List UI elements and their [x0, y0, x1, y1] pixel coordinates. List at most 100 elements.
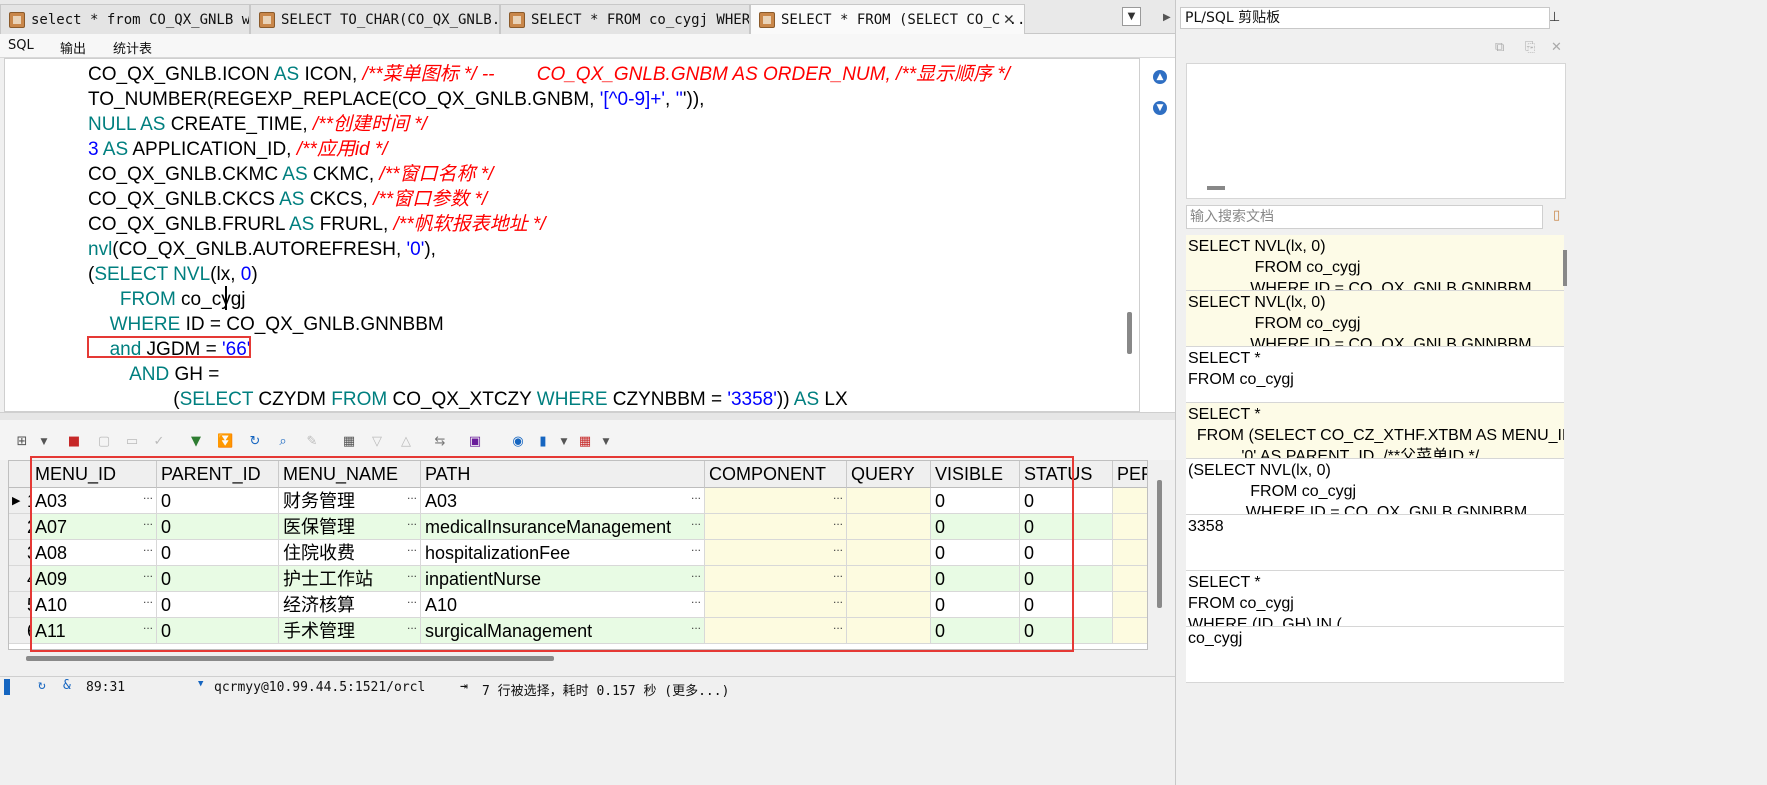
export-icon[interactable]: ◉: [510, 434, 526, 450]
fetch-next-icon[interactable]: ▼: [188, 434, 204, 450]
table-icon[interactable]: ▦: [577, 434, 593, 450]
tab-sql[interactable]: SQL: [8, 38, 34, 53]
code-token: CZYNBBM =: [607, 389, 728, 410]
tab-query-3[interactable]: SELECT * FROM co_cygj WHER ...: [500, 4, 750, 34]
paste-icon[interactable]: ⎘: [1525, 40, 1535, 55]
grid-options-icon[interactable]: ⊞: [14, 434, 30, 450]
tab-query-1[interactable]: select * from CO_QX_GNLB w ...: [0, 4, 250, 34]
arrow-up-icon[interactable]: ▲: [1153, 70, 1167, 84]
tab-query-4[interactable]: SELECT * FROM (SELECT CO_C ... ✕: [750, 4, 1025, 35]
row-header[interactable]: 3: [9, 540, 31, 566]
code-token: ): [251, 264, 258, 285]
sql-editor[interactable]: CO_QX_GNLB.ICON AS ICON, /**菜单图标 */ -- C…: [4, 58, 1140, 412]
code-token: TO_NUMBER(REGEXP_REPLACE(CO_QX_GNLB.GNBM…: [88, 89, 600, 110]
search-input[interactable]: 输入搜索文档: [1186, 205, 1543, 229]
editor-scrollbar[interactable]: [1127, 312, 1132, 354]
clipboard-item[interactable]: SELECT NVL(lx, 0) FROM co_cygj WHERE ID …: [1186, 291, 1564, 347]
chevron-down-icon[interactable]: ▼: [36, 434, 52, 450]
code-token: ')),: [682, 89, 705, 110]
refresh-icon[interactable]: ↻: [247, 434, 263, 450]
fetch-last-icon[interactable]: ⏬: [217, 434, 233, 450]
comment-token: /**窗口名称 */: [379, 164, 494, 185]
chevron-down-icon[interactable]: ▼: [198, 679, 203, 689]
keyword-token: FROM: [331, 389, 388, 410]
grid-corner[interactable]: [9, 461, 31, 488]
column-header[interactable]: PERI: [1113, 461, 1147, 488]
find-icon[interactable]: ⌕: [275, 434, 291, 450]
code-token: APPLICATION_ID,: [128, 139, 297, 160]
copy-icon[interactable]: ⧉: [1495, 40, 1504, 55]
tab-statistics[interactable]: 统计表: [113, 38, 152, 57]
table-cell[interactable]: [1113, 592, 1147, 618]
query-by-example-icon[interactable]: ▦: [341, 434, 357, 450]
grid-horizontal-scrollbar[interactable]: [26, 656, 554, 661]
clipboard-item[interactable]: SELECT * FROM co_cygj: [1186, 347, 1564, 403]
refresh-icon[interactable]: ↻: [38, 678, 46, 693]
clipboard-item[interactable]: SELECT * FROM (SELECT CO_CZ_XTHF.XTBM AS…: [1186, 403, 1564, 459]
code-token: ),: [424, 239, 436, 260]
table-cell[interactable]: [1113, 514, 1147, 540]
clipboard-item[interactable]: 3358: [1186, 515, 1564, 571]
post-changes-icon[interactable]: ✓: [151, 434, 167, 450]
comment-token: /**窗口参数 */: [373, 189, 488, 210]
pin-icon[interactable]: ⊥: [1549, 10, 1560, 25]
row-header[interactable]: 4: [9, 566, 31, 592]
tab-query-2[interactable]: SELECT TO_CHAR(CO_QX_GNLB. ...: [250, 4, 500, 34]
clipboard-item[interactable]: SELECT NVL(lx, 0) FROM co_cygj WHERE ID …: [1186, 235, 1564, 291]
code-line: (SELECT NVL(lx, 0): [88, 262, 258, 287]
table-cell[interactable]: [1113, 618, 1147, 644]
sql-window-icon: [9, 11, 25, 28]
clear-icon[interactable]: ✕: [1551, 40, 1562, 55]
new-record-icon[interactable]: ▢: [96, 434, 112, 450]
chevron-down-icon[interactable]: ▼: [1122, 7, 1141, 26]
link-icon[interactable]: ⇆: [432, 434, 448, 450]
save-icon[interactable]: ▣: [467, 434, 483, 450]
arrow-down-icon[interactable]: ▼: [1153, 101, 1167, 115]
keyword-token: WHERE: [109, 314, 181, 335]
collapse-arrow-icon[interactable]: ▶: [1163, 12, 1171, 23]
chevron-down-icon[interactable]: ▼: [598, 434, 614, 450]
document-icon[interactable]: ▯: [1553, 208, 1560, 223]
tab-output[interactable]: 输出: [60, 38, 86, 57]
splitter[interactable]: [0, 412, 1175, 420]
tab-label: SELECT * FROM (SELECT CO_C ...: [781, 12, 1025, 28]
link-icon[interactable]: &: [63, 678, 71, 693]
clipboard-scrollbar[interactable]: [1563, 250, 1567, 286]
sort-down-icon[interactable]: ▽: [369, 434, 385, 450]
row-header[interactable]: 6: [9, 618, 31, 644]
sql-window-icon: [259, 11, 275, 28]
string-token: '': [675, 89, 683, 110]
clipboard-preview: [1186, 63, 1566, 199]
table-cell[interactable]: [1113, 566, 1147, 592]
code-token: ,: [665, 89, 676, 110]
clear-icon[interactable]: ✎: [304, 434, 320, 450]
comment-token: /**菜单图标 */ -- CO_QX_GNLB.GNBM AS ORDER_N…: [362, 64, 1011, 85]
clipboard-item[interactable]: SELECT * FROM co_cygj WHERE (ID, GH) IN …: [1186, 571, 1564, 627]
clipboard-item[interactable]: co_cygj: [1186, 627, 1564, 683]
current-row-icon: ▶: [12, 495, 21, 507]
chart-icon[interactable]: ▮: [535, 434, 551, 450]
delete-record-icon[interactable]: ▭: [124, 434, 140, 450]
code-line: CO_QX_GNLB.CKMC AS CKMC, /**窗口名称 */: [88, 162, 493, 187]
grid-vertical-scrollbar[interactable]: [1157, 480, 1162, 608]
table-cell[interactable]: [1113, 488, 1147, 514]
row-header[interactable]: ▶1: [9, 488, 31, 514]
lock-icon[interactable]: ■: [66, 434, 82, 450]
code-token: ID = CO_QX_GNLB.GNNBBM: [180, 314, 444, 335]
chevron-down-icon[interactable]: ▼: [556, 434, 572, 450]
connection-info[interactable]: qcrmyy@10.99.44.5:1521/orcl: [214, 680, 425, 695]
plsql-developer-window: select * from CO_QX_GNLB w ... SELECT TO…: [0, 0, 1767, 785]
sql-window-icon: [759, 12, 775, 28]
code-line: TO_NUMBER(REGEXP_REPLACE(CO_QX_GNLB.GNBM…: [88, 87, 704, 112]
preview-scrollbar[interactable]: [1207, 186, 1225, 190]
clipboard-item[interactable]: (SELECT NVL(lx, 0) FROM co_cygj WHERE ID…: [1186, 459, 1564, 515]
sort-up-icon[interactable]: △: [398, 434, 414, 450]
code-token: CKCS,: [304, 189, 374, 210]
code-token: CO_QX_GNLB.ICON: [88, 64, 274, 85]
row-header[interactable]: 5: [9, 592, 31, 618]
row-header[interactable]: 2: [9, 514, 31, 540]
table-cell[interactable]: [1113, 540, 1147, 566]
close-icon[interactable]: ✕: [1004, 9, 1014, 29]
